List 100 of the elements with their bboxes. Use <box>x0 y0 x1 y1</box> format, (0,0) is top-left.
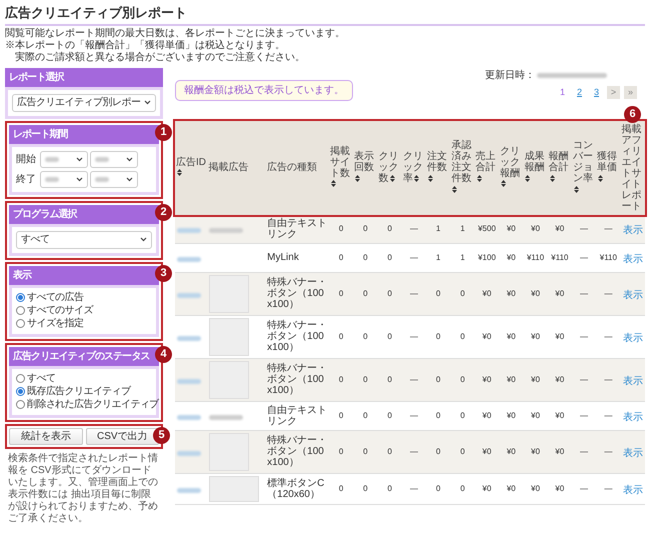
view-link[interactable]: 表示 <box>622 254 643 264</box>
table-cell: 0 <box>353 358 378 401</box>
view-link[interactable]: 表示 <box>622 484 643 496</box>
column-header[interactable]: クリック報酬 <box>499 120 524 214</box>
radio-button[interactable] <box>16 319 25 328</box>
select-field[interactable]: 広告クリエイティブ別レポー <box>12 94 156 112</box>
table-cell: 0 <box>378 315 402 358</box>
sort-icon <box>476 174 482 182</box>
table-cell: — <box>596 430 620 473</box>
radio-button[interactable] <box>16 293 25 302</box>
table-cell: ¥0 <box>474 315 500 358</box>
column-header: 掲載広告 <box>207 120 266 214</box>
column-header[interactable]: 報酬合計 <box>548 120 572 214</box>
column-header[interactable]: 注文件数 <box>426 120 450 214</box>
page-link[interactable]: 3 <box>590 86 603 99</box>
note-text: 閲覧可能なレポート期間の最大日数は、各レポートごとに決まっています。 <box>5 28 346 40</box>
select-field[interactable] <box>90 170 138 188</box>
select-field[interactable]: すべて <box>16 230 152 248</box>
panel-header: プログラム選択 <box>9 204 159 224</box>
sort-icon <box>330 180 336 188</box>
table-cell: ¥0 <box>499 272 524 315</box>
table-cell: 0 <box>450 272 475 315</box>
table-cell: — <box>572 315 596 358</box>
notice-box: 報酬金額は税込で表示しています。 <box>175 80 353 100</box>
table-cell: 1 <box>450 243 475 272</box>
table-cell: ¥110 <box>548 243 572 272</box>
step-marker: 1 <box>155 124 172 140</box>
table-cell: ¥0 <box>499 243 524 272</box>
blurred-text <box>209 414 244 420</box>
description-text: 検索条件で指定されたレポート情報を CSV形式にてダウンロードいたします。又、管理画面上での表示件数には 抽出項目毎に制限が設けられておりますため、予めご了承ください。 <box>7 452 159 524</box>
action-button[interactable]: CSVで出力 <box>86 428 159 444</box>
table-cell: 0 <box>328 315 354 358</box>
page-link[interactable]: 2 <box>572 86 586 99</box>
table-cell: ¥0 <box>523 401 548 430</box>
table-cell: — <box>402 243 426 272</box>
radio-button[interactable] <box>16 306 25 315</box>
table-cell: 標準ボタンC（120x60） <box>266 473 329 504</box>
column-header[interactable]: 承認済み注文件数 <box>450 120 475 214</box>
table-cell: ¥110 <box>523 243 548 272</box>
blurred-id <box>177 378 201 384</box>
table-cell: 特殊バナー・ボタン（100x100） <box>266 430 329 473</box>
radio-button[interactable] <box>16 400 25 409</box>
action-button[interactable]: 統計を表示 <box>9 428 82 444</box>
column-header[interactable]: コンバージョン率 <box>572 120 596 214</box>
sort-icon <box>355 174 360 182</box>
blurred-text <box>95 176 109 182</box>
table-cell: 0 <box>353 473 378 504</box>
column-header[interactable]: 表示回数 <box>353 120 378 214</box>
table-cell: — <box>572 430 596 473</box>
table-cell: ¥0 <box>499 401 524 430</box>
table-cell: — <box>402 214 426 243</box>
table-cell: ¥0 <box>548 358 572 401</box>
table-cell: 0 <box>353 430 378 473</box>
column-header[interactable]: 売上合計 <box>474 120 500 214</box>
sort-icon <box>598 174 604 182</box>
table-cell: — <box>596 473 620 504</box>
blurred-text <box>209 228 244 232</box>
table-cell: ¥0 <box>548 473 572 504</box>
table-cell: 0 <box>328 272 354 315</box>
table-cell: ¥0 <box>548 272 572 315</box>
table-cell: 特殊バナー・ボタン（100x100） <box>266 315 329 358</box>
column-header[interactable]: クリック数 <box>378 120 402 214</box>
view-link[interactable]: 表示 <box>622 332 643 344</box>
period-label: 終了 <box>16 172 37 186</box>
caret-icon <box>76 176 83 182</box>
radio-label: サイズを指定 <box>27 318 84 330</box>
column-header[interactable]: 掲載サイト数 <box>328 120 354 214</box>
select-field[interactable] <box>40 150 88 168</box>
column-header[interactable]: 成果報酬 <box>523 120 548 214</box>
step-marker: 4 <box>155 346 172 362</box>
table-cell: 0 <box>378 358 402 401</box>
column-header[interactable]: 広告ID <box>175 120 208 214</box>
table-cell: ¥0 <box>523 473 548 504</box>
table-cell: 自由テキストリンク <box>266 214 329 243</box>
radio-button[interactable] <box>16 387 25 396</box>
select-field[interactable] <box>90 150 138 168</box>
radio-button[interactable] <box>16 374 25 383</box>
blurred-id <box>177 228 201 232</box>
updated-label: 更新日時： <box>485 68 535 82</box>
blurred-id <box>177 488 201 492</box>
select-field[interactable] <box>40 170 88 188</box>
table-cell: — <box>572 272 596 315</box>
table-cell: 0 <box>426 473 450 504</box>
table-cell: — <box>572 401 596 430</box>
table-cell: — <box>572 243 596 272</box>
sort-icon <box>177 169 182 176</box>
table-cell: ¥0 <box>548 315 572 358</box>
blurred-id <box>177 450 201 456</box>
sort-icon <box>414 174 419 182</box>
column-header[interactable]: 獲得単価 <box>596 120 620 214</box>
blurred-text <box>45 176 59 182</box>
table-cell: — <box>572 358 596 401</box>
page-link[interactable]: 1 <box>556 86 569 99</box>
step-marker: 6 <box>624 106 641 122</box>
table-cell: ¥0 <box>474 358 500 401</box>
table-cell: ¥110 <box>596 243 620 272</box>
view-link[interactable]: 表示 <box>622 412 643 422</box>
step-marker: 3 <box>155 264 172 282</box>
table-cell: 0 <box>378 243 402 272</box>
column-header[interactable]: クリック率 <box>402 120 426 214</box>
